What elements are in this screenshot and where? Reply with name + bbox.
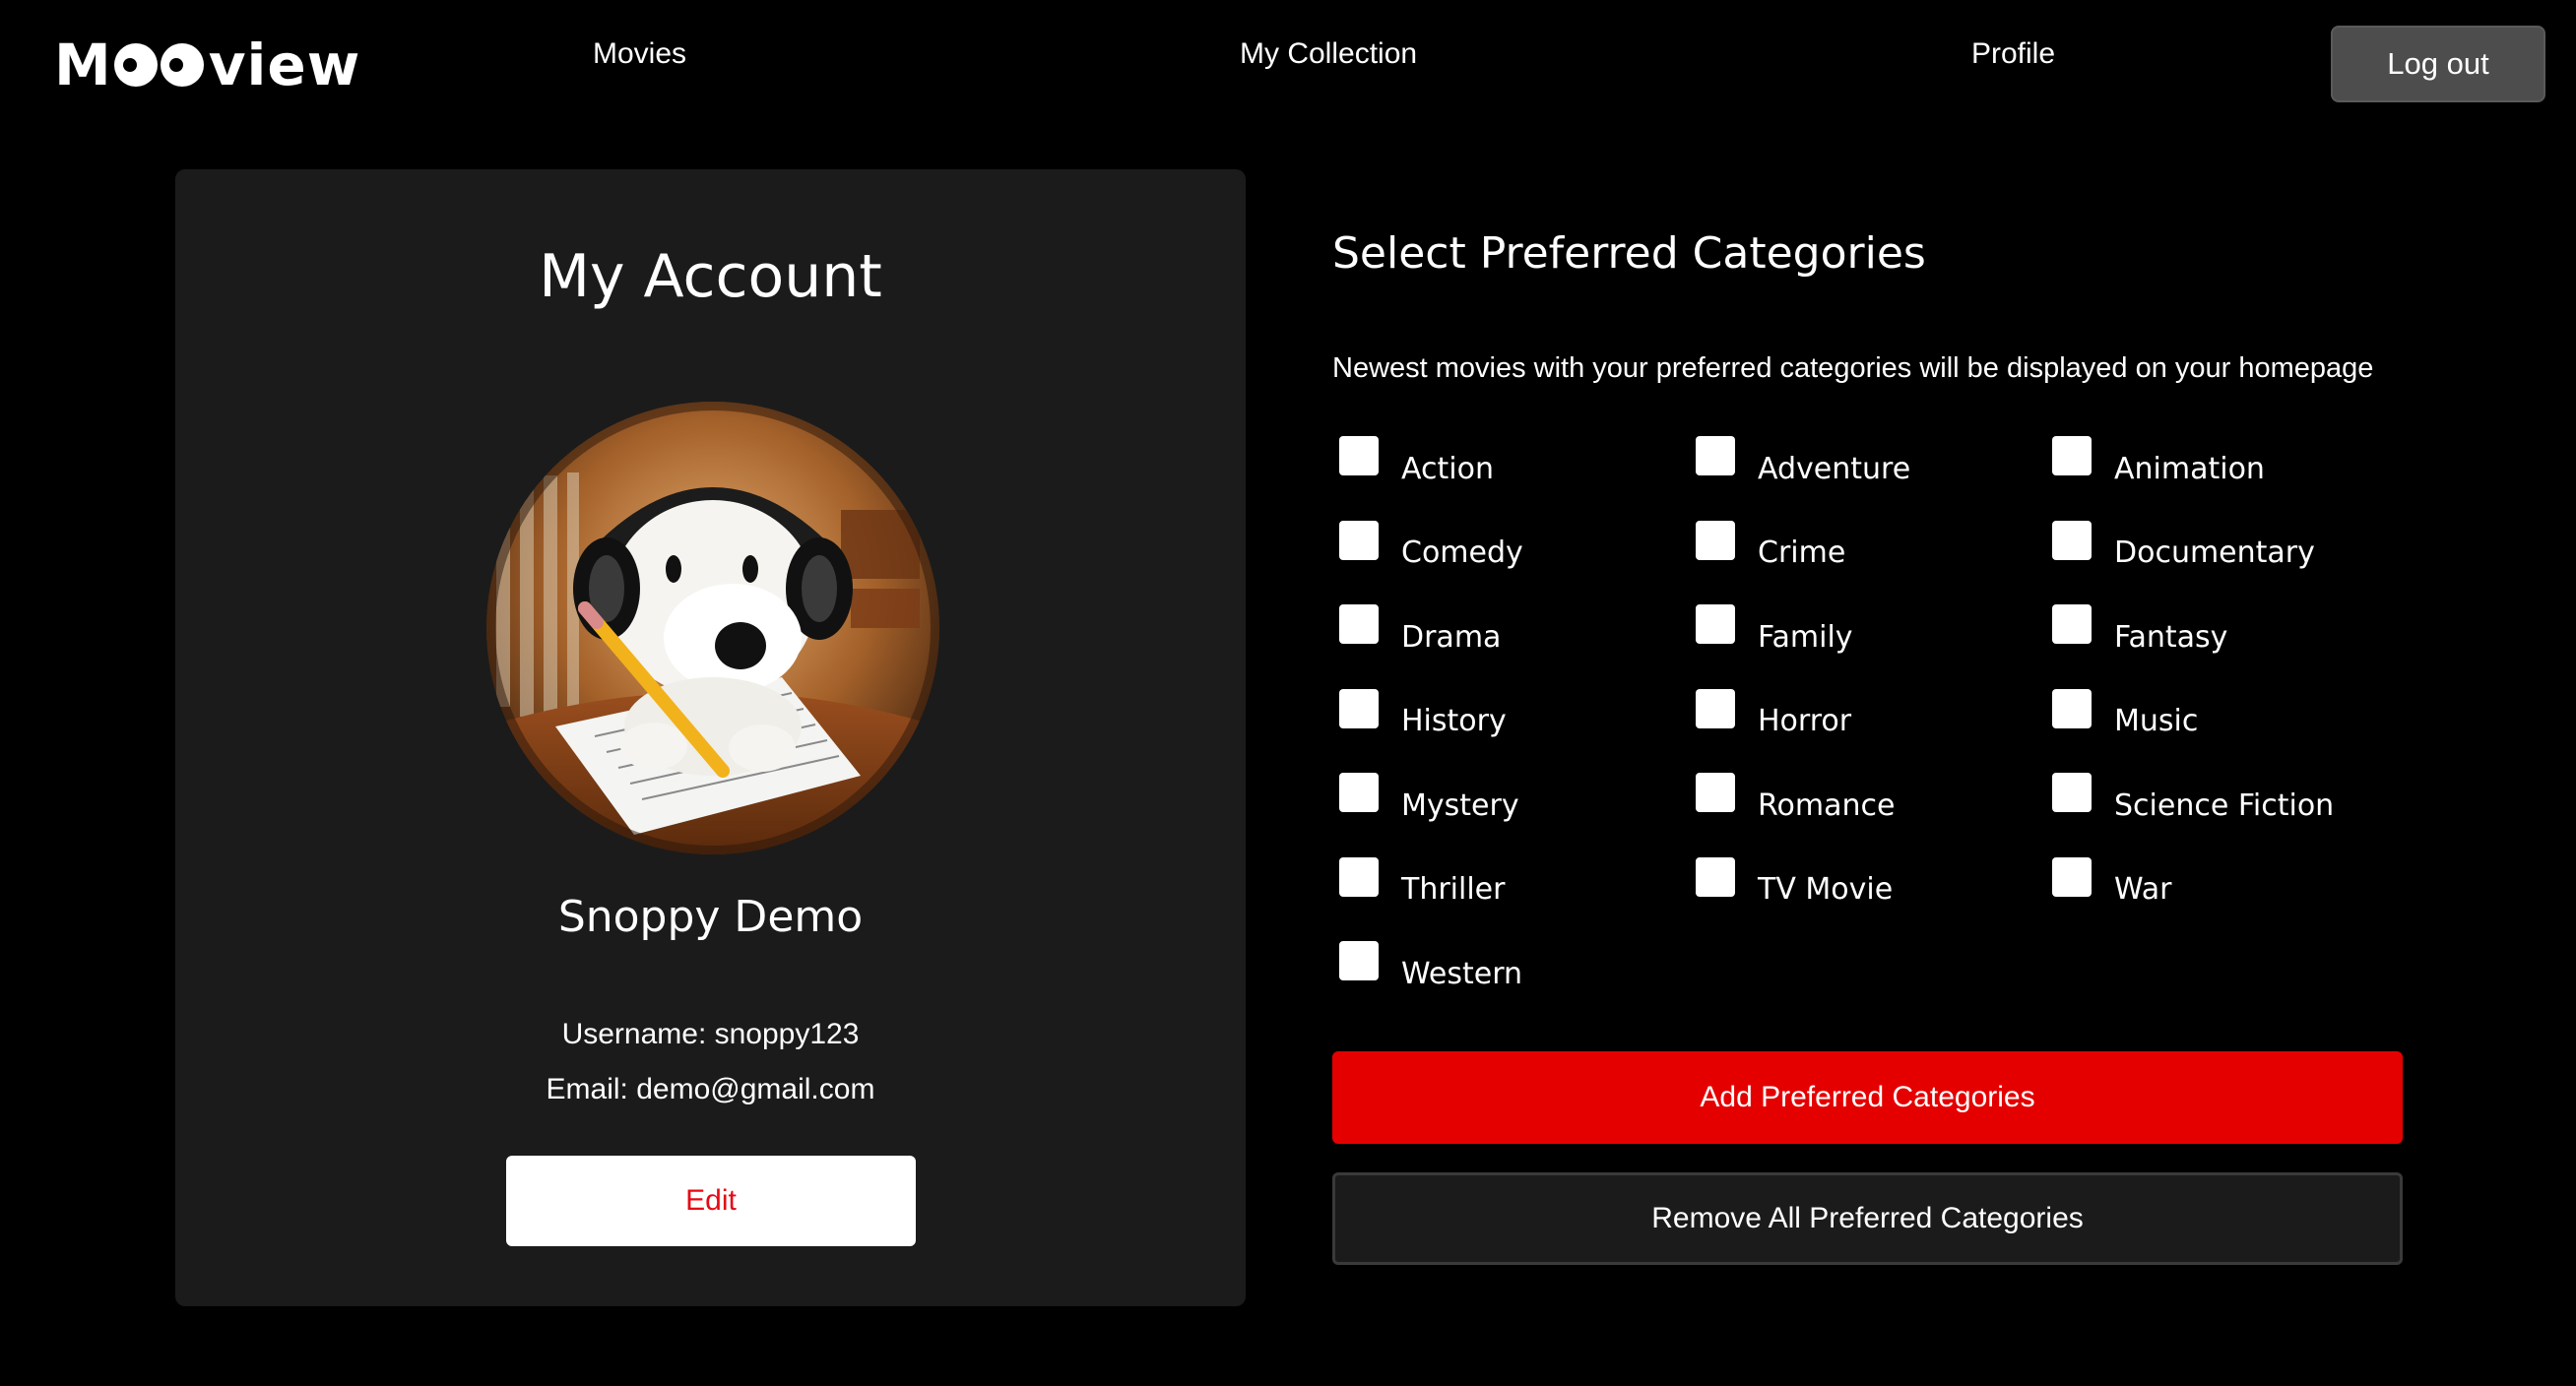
logo-eyes-icon — [113, 43, 207, 87]
category-checkbox-science-fiction[interactable] — [2052, 773, 2092, 812]
category-checkbox-crime[interactable] — [1696, 520, 1735, 560]
categories-grid: Action Adventure Animation Comedy Crime Docum… — [1339, 433, 2422, 1023]
logo-eye-right-icon — [160, 43, 204, 87]
category-label: Western — [1401, 956, 1523, 991]
remove-all-preferred-categories-button[interactable]: Remove All Preferred Categories — [1332, 1172, 2403, 1265]
category-option-horror[interactable]: Horror — [1696, 686, 2052, 745]
email-text: Email: demo@gmail.com — [546, 1073, 875, 1105]
category-checkbox-comedy[interactable] — [1339, 520, 1379, 560]
category-option-thriller[interactable]: Thriller — [1339, 854, 1696, 914]
logo-eye-left-icon — [113, 43, 158, 87]
category-option-western[interactable]: Western — [1339, 938, 1696, 997]
category-checkbox-documentary[interactable] — [2052, 520, 2092, 560]
category-label: Romance — [1758, 788, 1896, 823]
category-checkbox-horror[interactable] — [1696, 688, 1735, 728]
category-label: Thriller — [1401, 872, 1506, 907]
category-label: Drama — [1401, 619, 1502, 655]
category-checkbox-tv-movie[interactable] — [1696, 856, 1735, 897]
category-label: Documentary — [2114, 536, 2315, 570]
category-label: War — [2114, 872, 2172, 907]
category-checkbox-thriller[interactable] — [1339, 856, 1379, 897]
category-option-war[interactable]: War — [2052, 854, 2409, 914]
category-label: Comedy — [1401, 536, 1523, 570]
category-option-action[interactable]: Action — [1339, 433, 1696, 492]
logo-text-prefix: M — [54, 32, 112, 98]
categories-title: Select Preferred Categories — [1332, 228, 1926, 279]
category-option-drama[interactable]: Drama — [1339, 601, 1696, 661]
logout-button[interactable]: Log out — [2331, 26, 2545, 102]
avatar — [486, 402, 939, 854]
category-option-history[interactable]: History — [1339, 686, 1696, 745]
category-label: Animation — [2114, 451, 2265, 486]
category-option-fantasy[interactable]: Fantasy — [2052, 601, 2409, 661]
category-label: Mystery — [1401, 788, 1519, 823]
category-checkbox-adventure[interactable] — [1696, 436, 1735, 475]
category-option-comedy[interactable]: Comedy — [1339, 518, 1696, 577]
category-option-animation[interactable]: Animation — [2052, 433, 2409, 492]
top-nav: M view Movies My Collection Profile Log … — [0, 0, 2576, 128]
nav-link-my-collection[interactable]: My Collection — [1240, 37, 1417, 71]
categories-subtitle: Newest movies with your preferred catego… — [1332, 352, 2374, 384]
category-label: Adventure — [1758, 451, 1911, 486]
category-checkbox-romance[interactable] — [1696, 773, 1735, 812]
username-text: Username: snoppy123 — [561, 1018, 860, 1050]
category-option-mystery[interactable]: Mystery — [1339, 770, 1696, 829]
nav-link-movies[interactable]: Movies — [593, 37, 686, 71]
category-label: Horror — [1758, 704, 1852, 738]
account-card: My Account Snoppy Demo Username: snoppy1… — [175, 169, 1246, 1306]
category-checkbox-animation[interactable] — [2052, 436, 2092, 475]
category-checkbox-music[interactable] — [2052, 688, 2092, 728]
category-label: Crime — [1758, 536, 1846, 570]
category-checkbox-western[interactable] — [1339, 941, 1379, 980]
nav-link-profile[interactable]: Profile — [1971, 37, 2055, 71]
category-checkbox-fantasy[interactable] — [2052, 604, 2092, 644]
logo-text-suffix: view — [208, 32, 361, 98]
category-checkbox-mystery[interactable] — [1339, 773, 1379, 812]
avatar-illustration-icon — [486, 402, 939, 854]
category-option-romance[interactable]: Romance — [1696, 770, 2052, 829]
account-title: My Account — [539, 242, 882, 311]
display-name: Snoppy Demo — [557, 892, 864, 942]
category-label: Fantasy — [2114, 619, 2228, 655]
edit-profile-button[interactable]: Edit — [506, 1156, 916, 1246]
mooview-logo[interactable]: M view — [54, 28, 360, 102]
category-label: Science Fiction — [2114, 788, 2335, 823]
category-label: History — [1401, 704, 1507, 738]
category-label: Family — [1758, 619, 1853, 655]
category-checkbox-history[interactable] — [1339, 688, 1379, 728]
category-option-documentary[interactable]: Documentary — [2052, 518, 2409, 577]
category-option-science-fiction[interactable]: Science Fiction — [2052, 770, 2409, 829]
category-option-family[interactable]: Family — [1696, 601, 2052, 661]
category-checkbox-action[interactable] — [1339, 436, 1379, 475]
category-option-tv-movie[interactable]: TV Movie — [1696, 854, 2052, 914]
category-checkbox-family[interactable] — [1696, 604, 1735, 644]
category-option-adventure[interactable]: Adventure — [1696, 433, 2052, 492]
category-label: Music — [2114, 704, 2199, 738]
category-label: Action — [1401, 451, 1494, 486]
add-preferred-categories-button[interactable]: Add Preferred Categories — [1332, 1051, 2403, 1144]
category-checkbox-drama[interactable] — [1339, 604, 1379, 644]
category-label: TV Movie — [1758, 872, 1894, 907]
category-option-crime[interactable]: Crime — [1696, 518, 2052, 577]
category-option-music[interactable]: Music — [2052, 686, 2409, 745]
category-checkbox-war[interactable] — [2052, 856, 2092, 897]
